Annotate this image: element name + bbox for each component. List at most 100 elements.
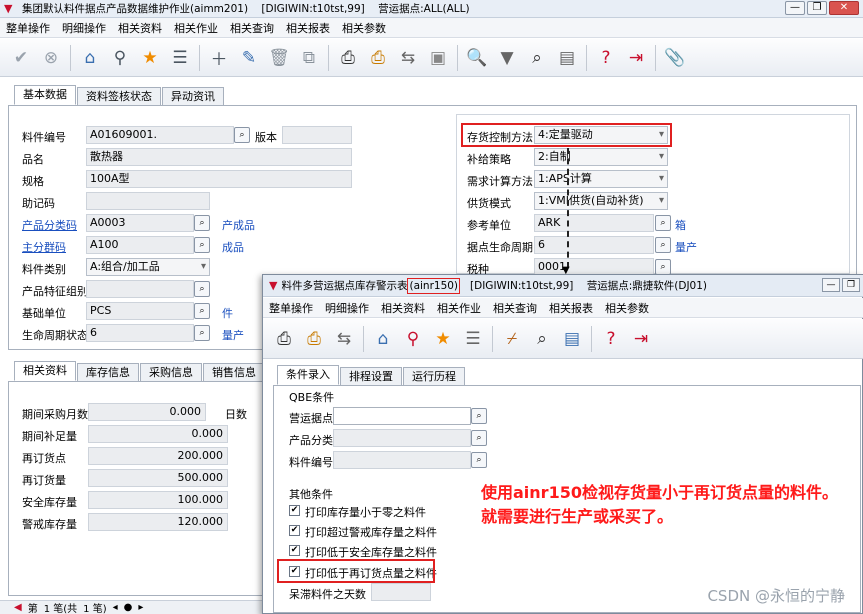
menu-item[interactable]: 相关报表 xyxy=(543,300,599,316)
map-pin-icon[interactable]: ⚲ xyxy=(401,327,425,351)
menu-item[interactable]: 相关参数 xyxy=(336,20,392,36)
search-icon[interactable]: ⌕ xyxy=(194,215,210,231)
product-class-field[interactable]: A0003 xyxy=(86,214,194,232)
star-icon[interactable]: ★ xyxy=(431,327,455,351)
stagnant-field[interactable] xyxy=(371,583,431,601)
tab-change-info[interactable]: 异动资讯 xyxy=(162,87,224,105)
print-lock-icon[interactable]: ⎙ xyxy=(366,46,390,70)
broom-icon[interactable]: ⌿ xyxy=(500,327,524,351)
class-field[interactable] xyxy=(333,429,471,447)
x-circle-icon[interactable]: ⊗ xyxy=(39,46,63,70)
tab-approval[interactable]: 资料签核状态 xyxy=(77,87,161,105)
map-pin-icon[interactable]: ⚲ xyxy=(108,46,132,70)
tab-history[interactable]: 运行历程 xyxy=(403,367,465,385)
menu-item[interactable]: 整单操作 xyxy=(263,300,319,316)
home-icon[interactable]: ⌂ xyxy=(78,46,102,70)
supply-mode-select[interactable]: 1:VMI供货(自动补货) xyxy=(534,192,668,210)
reorder-point-field[interactable]: 200.000 xyxy=(88,447,228,465)
version-field[interactable] xyxy=(282,126,352,144)
restore-button[interactable]: ❐ xyxy=(807,1,827,15)
exit-icon[interactable]: ⇥ xyxy=(629,327,653,351)
search-icon[interactable]: ⌕ xyxy=(194,237,210,253)
home-icon[interactable]: ⌂ xyxy=(371,327,395,351)
child-minimize-button[interactable]: — xyxy=(822,278,840,292)
menu-item[interactable]: 明细操作 xyxy=(56,20,112,36)
first-record-icon[interactable]: ◀ xyxy=(14,602,22,613)
tab-conditions[interactable]: 条件录入 xyxy=(277,365,339,385)
printer-icon[interactable]: ⎙ xyxy=(336,46,360,70)
next-record-icon[interactable]: ▸ xyxy=(138,602,143,613)
menu-item[interactable]: 相关资料 xyxy=(375,300,431,316)
menu-item[interactable]: 相关资料 xyxy=(112,20,168,36)
product-class-link[interactable]: 产品分类码 xyxy=(22,217,77,233)
save-query-icon[interactable]: ▤ xyxy=(555,46,579,70)
tab-sales[interactable]: 销售信息 xyxy=(203,363,265,381)
tab-related[interactable]: 相关资料 xyxy=(14,361,76,381)
reorder-qty-field[interactable]: 500.000 xyxy=(88,469,228,487)
menu-item[interactable]: 相关查询 xyxy=(487,300,543,316)
menu-item[interactable]: 相关作业 xyxy=(431,300,487,316)
mnemonic-field[interactable] xyxy=(86,192,210,210)
child-restore-button[interactable]: ❐ xyxy=(842,278,860,292)
minimize-button[interactable]: — xyxy=(785,1,805,15)
site-lifecycle-field[interactable]: 6 xyxy=(534,236,654,254)
demand-calc-select[interactable]: 1:APS计算 xyxy=(534,170,668,188)
feature-group-field[interactable] xyxy=(86,280,194,298)
print-lock-icon[interactable]: ⎙ xyxy=(302,327,326,351)
search-icon[interactable]: ⌕ xyxy=(194,281,210,297)
ref-unit-field[interactable]: ARK xyxy=(534,214,654,232)
save-query-icon[interactable]: ▤ xyxy=(560,327,584,351)
star-icon[interactable]: ★ xyxy=(138,46,162,70)
site-field[interactable] xyxy=(333,407,471,425)
menu-item[interactable]: 相关查询 xyxy=(224,20,280,36)
trash-icon[interactable]: 🗑 xyxy=(267,46,291,70)
checkbox-below-safety[interactable]: ✔ xyxy=(289,545,300,556)
tab-purchase[interactable]: 采购信息 xyxy=(140,363,202,381)
replenish-select[interactable]: 2:自制 xyxy=(534,148,668,166)
main-group-field[interactable]: A100 xyxy=(86,236,194,254)
alert-stock-field[interactable]: 120.000 xyxy=(88,513,228,531)
item-type-select[interactable]: A:组合/加工品 xyxy=(86,258,210,276)
base-unit-field[interactable]: PCS xyxy=(86,302,194,320)
tab-basic[interactable]: 基本数据 xyxy=(14,85,76,105)
menu-item[interactable]: 相关作业 xyxy=(168,20,224,36)
search-icon[interactable]: ⌕ xyxy=(655,237,671,253)
paperclip-icon[interactable]: 📎 xyxy=(663,46,687,70)
period-replenish-field[interactable]: 0.000 xyxy=(88,425,228,443)
search-icon[interactable]: ⌕ xyxy=(194,325,210,341)
add-icon[interactable]: ＋ xyxy=(207,46,231,70)
search-icon[interactable]: 🔍 xyxy=(465,46,489,70)
item-no-field[interactable]: A01609001. xyxy=(86,126,234,144)
filter-icon[interactable]: ▼ xyxy=(495,46,519,70)
search-icon[interactable]: ⌕ xyxy=(194,303,210,319)
checkbox-over-alert[interactable]: ✔ xyxy=(289,525,300,536)
printer-icon[interactable]: ⎙ xyxy=(272,327,296,351)
pencil-icon[interactable]: ✎ xyxy=(237,46,261,70)
transfer-icon[interactable]: ⇆ xyxy=(332,327,356,351)
image-icon[interactable]: ▣ xyxy=(426,46,450,70)
search-icon[interactable]: ⌕ xyxy=(655,259,671,275)
checkbox-negative-stock[interactable]: ✔ xyxy=(289,505,300,516)
list-icon[interactable]: ☰ xyxy=(461,327,485,351)
record-dot-icon[interactable]: ● xyxy=(124,602,133,613)
help-icon[interactable]: ? xyxy=(594,46,618,70)
item-field[interactable] xyxy=(333,451,471,469)
search-icon[interactable]: ⌕ xyxy=(471,408,487,424)
menu-item[interactable]: 相关报表 xyxy=(280,20,336,36)
safety-stock-field[interactable]: 100.000 xyxy=(88,491,228,509)
search-icon[interactable]: ⌕ xyxy=(234,127,250,143)
list-icon[interactable]: ☰ xyxy=(168,46,192,70)
search-icon[interactable]: ⌕ xyxy=(471,452,487,468)
exit-icon[interactable]: ⇥ xyxy=(624,46,648,70)
name-field[interactable]: 散热器 xyxy=(86,148,352,166)
main-group-link[interactable]: 主分群码 xyxy=(22,239,66,255)
transfer-icon[interactable]: ⇆ xyxy=(396,46,420,70)
search-icon[interactable]: ⌕ xyxy=(471,430,487,446)
purchase-period-field[interactable]: 0.000 xyxy=(88,403,206,421)
lifecycle-field[interactable]: 6 xyxy=(86,324,194,342)
check-circle-icon[interactable]: ✔ xyxy=(9,46,33,70)
search-icon[interactable]: ⌕ xyxy=(655,215,671,231)
help-icon[interactable]: ? xyxy=(599,327,623,351)
spec-field[interactable]: 100A型 xyxy=(86,170,352,188)
prev-record-icon[interactable]: ◂ xyxy=(113,602,118,613)
